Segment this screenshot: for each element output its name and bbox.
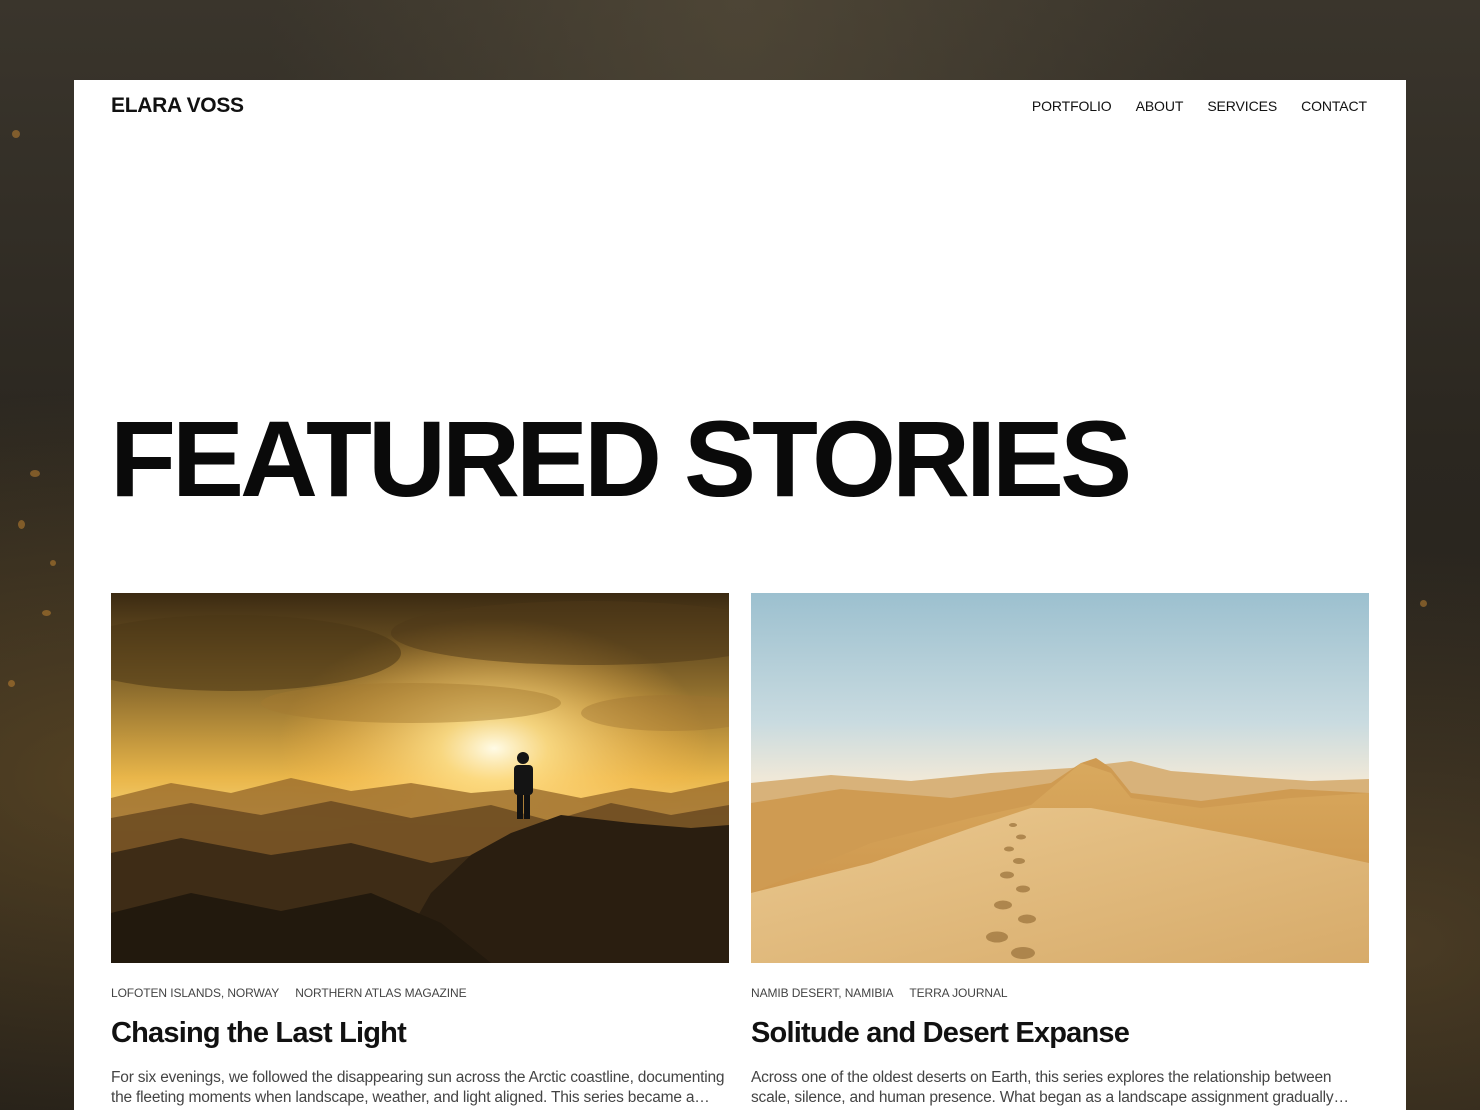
story-location: LOFOTEN ISLANDS, NORWAY <box>111 986 280 1000</box>
page-title: FEATURED STORIES <box>110 398 1132 519</box>
nav-item-services[interactable]: SERVICES <box>1207 98 1277 114</box>
story-meta: LOFOTEN ISLANDS, NORWAY NORTHERN ATLAS M… <box>111 986 729 1000</box>
story-card[interactable]: LOFOTEN ISLANDS, NORWAY NORTHERN ATLAS M… <box>111 593 729 1108</box>
page-card: ELARA VOSS PORTFOLIO ABOUT SERVICES CONT… <box>74 80 1406 1110</box>
story-meta: NAMIB DESERT, NAMIBIA TERRA JOURNAL <box>751 986 1369 1000</box>
story-location: NAMIB DESERT, NAMIBIA <box>751 986 894 1000</box>
story-publication: TERRA JOURNAL <box>909 986 1008 1000</box>
story-excerpt: Across one of the oldest deserts on Eart… <box>751 1069 1334 1106</box>
story-excerpt: For six evenings, we followed the disapp… <box>111 1069 725 1106</box>
nav-item-contact[interactable]: CONTACT <box>1301 98 1367 114</box>
sunset-mountain-hiker-photo[interactable] <box>111 593 729 963</box>
story-title[interactable]: Chasing the Last Light <box>111 1017 729 1050</box>
nav-item-about[interactable]: ABOUT <box>1136 98 1184 114</box>
brand-logo[interactable]: ELARA VOSS <box>111 94 244 118</box>
nav-item-portfolio[interactable]: PORTFOLIO <box>1032 98 1112 114</box>
top-navigation: ELARA VOSS PORTFOLIO ABOUT SERVICES CONT… <box>74 80 1406 132</box>
story-card[interactable]: NAMIB DESERT, NAMIBIA TERRA JOURNAL Soli… <box>751 593 1369 1108</box>
story-title[interactable]: Solitude and Desert Expanse <box>751 1017 1369 1050</box>
desert-dune-footprints-photo[interactable] <box>751 593 1369 963</box>
nav-menu: PORTFOLIO ABOUT SERVICES CONTACT <box>1032 98 1367 114</box>
story-publication: NORTHERN ATLAS MAGAZINE <box>295 986 467 1000</box>
